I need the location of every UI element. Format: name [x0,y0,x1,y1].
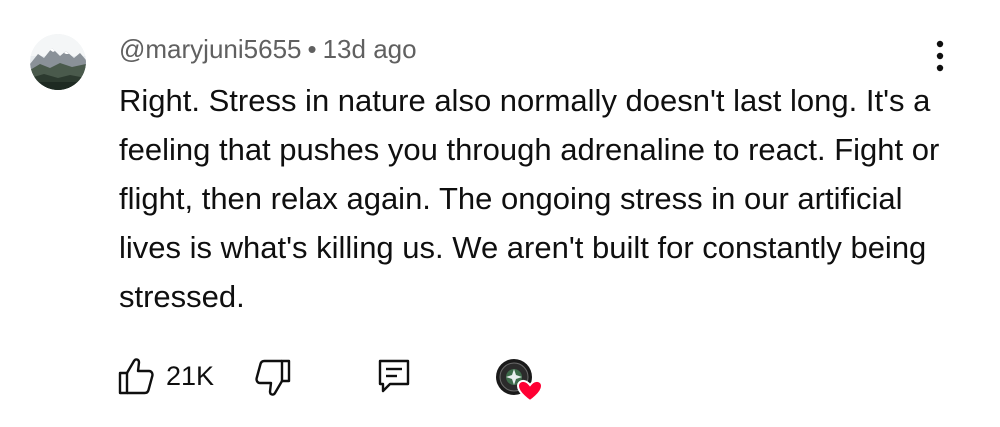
comment-age: 13d ago [322,34,417,64]
avatar[interactable] [30,34,86,90]
creator-heart-icon [496,359,544,403]
comment-text: Right. Stress in nature also normally do… [119,83,940,314]
author-handle[interactable]: @maryjuni5655 [119,34,301,64]
more-vert-icon [936,40,944,72]
dislike-button[interactable] [254,358,292,398]
like-count: 21K [166,361,215,391]
meta-separator: • [307,34,317,64]
creator-heart-badge [494,356,544,404]
more-options-button[interactable] [925,38,955,74]
comment-meta: @maryjuni5655 • 13d ago [119,33,417,65]
comment-actions: 21K [0,352,1000,404]
thumbs-up-icon [118,358,154,395]
thumbs-down-icon [255,359,291,396]
like-button[interactable] [117,356,155,396]
mountain-landscape-icon [30,34,86,90]
comment-reply-icon [378,359,410,393]
reply-button[interactable] [377,358,411,394]
